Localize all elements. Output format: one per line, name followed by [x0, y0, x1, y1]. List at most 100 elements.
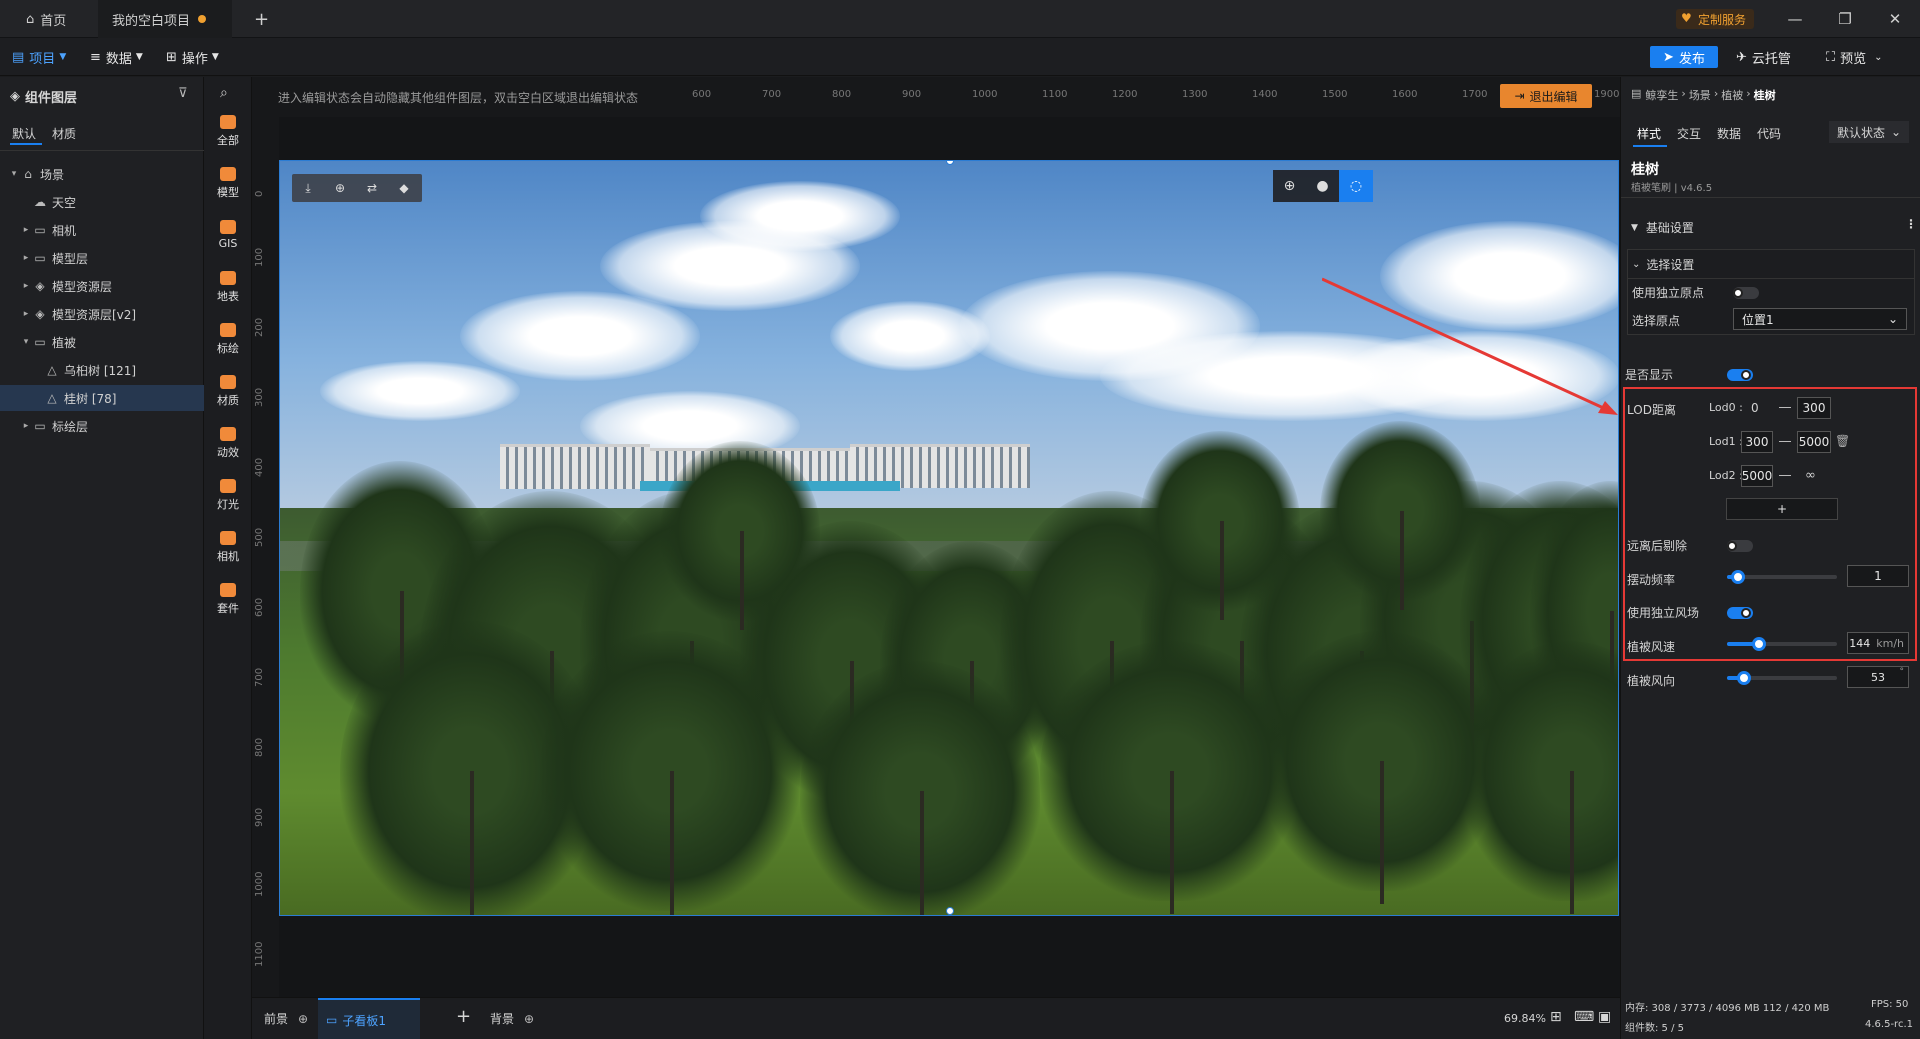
fit-screen-icon[interactable]: ⊞: [1550, 1009, 1562, 1025]
category-3[interactable]: 地表: [204, 263, 252, 311]
tree-item[interactable]: ▸ ▭ 模型层: [0, 245, 204, 271]
tree-item[interactable]: ▸ ▭ 标绘层: [0, 413, 204, 439]
category-1[interactable]: 模型: [204, 159, 252, 207]
caret-right-icon[interactable]: ▸: [20, 281, 32, 291]
back-layer-tab[interactable]: 背景 ⊕: [490, 1010, 534, 1027]
unsaved-dot-icon: [198, 15, 207, 23]
new-tab-button[interactable]: +: [240, 0, 283, 38]
tree-item[interactable]: ☁ 天空: [0, 189, 204, 215]
tab-project[interactable]: 我的空白项目: [98, 0, 232, 38]
tree-item[interactable]: ▸ ◈ 模型资源层[v2]: [0, 301, 204, 327]
caret-right-icon[interactable]: ▸: [20, 225, 32, 235]
tree-item[interactable]: ▾ ▭ 植被: [0, 329, 204, 355]
search-icon[interactable]: ⌕: [220, 85, 228, 101]
preview-button[interactable]: ⛶ 预览 ⌄: [1826, 46, 1883, 68]
category-7[interactable]: 灯光: [204, 471, 252, 519]
exit-edit-button[interactable]: ⇥ 退出编辑: [1500, 84, 1592, 108]
category-9[interactable]: 套件: [204, 575, 252, 623]
tab-default[interactable]: 默认: [12, 125, 36, 142]
cloud-button[interactable]: ✈ 云托管: [1736, 46, 1791, 68]
origin-select[interactable]: 位置1 ⌄: [1733, 308, 1907, 330]
slider-thumb[interactable]: [1731, 570, 1745, 584]
visible-toggle[interactable]: [1727, 369, 1753, 381]
category-8[interactable]: 相机: [204, 523, 252, 571]
slider-thumb[interactable]: [1736, 671, 1751, 685]
lod-from-input[interactable]: 5000: [1741, 465, 1773, 487]
close-button[interactable]: ✕: [1870, 0, 1920, 38]
category-5[interactable]: 材质: [204, 367, 252, 415]
more-icon[interactable]: ⋮: [1905, 217, 1917, 231]
wind-dir-input[interactable]: 53 °: [1847, 666, 1909, 688]
sway-freq-input[interactable]: 1: [1847, 565, 1909, 587]
caret-right-icon[interactable]: ▸: [20, 253, 32, 263]
sphere-icon[interactable]: ●: [1306, 170, 1339, 202]
wind-speed-slider[interactable]: [1727, 637, 1837, 651]
breadcrumb-item[interactable]: 鲸孪生: [1645, 87, 1678, 103]
toggle-knob: [1727, 541, 1737, 551]
brush-move-icon[interactable]: ⇄: [356, 174, 388, 202]
wind-speed-input[interactable]: 144 km/h: [1847, 632, 1909, 654]
orbit-icon[interactable]: ◌: [1339, 170, 1373, 202]
state-select[interactable]: 默认状态 ⌄: [1829, 121, 1909, 143]
category-4[interactable]: 标绘: [204, 315, 252, 363]
caret-down-icon[interactable]: ▾: [20, 337, 32, 347]
section-basic[interactable]: ▼ 基础设置: [1631, 219, 1694, 236]
restore-button[interactable]: ❐: [1820, 0, 1870, 38]
caret-right-icon[interactable]: ▸: [20, 421, 32, 431]
breadcrumb-item[interactable]: 植被: [1721, 87, 1743, 103]
menu-ops[interactable]: ⊞ 操作 ▼: [166, 46, 219, 68]
tab-material[interactable]: 材质: [52, 125, 76, 142]
publish-button[interactable]: ➤ 发布: [1650, 46, 1718, 68]
keyboard-icon[interactable]: ⌨: [1574, 1009, 1594, 1025]
tab-code[interactable]: 代码: [1757, 125, 1781, 142]
add-lod-button[interactable]: +: [1726, 498, 1838, 520]
download-icon[interactable]: ⤓: [292, 174, 324, 202]
globe-icon[interactable]: ⊕: [1273, 170, 1306, 202]
tree-item[interactable]: ▸ ◈ 模型资源层: [0, 273, 204, 299]
caret-down-icon[interactable]: ▾: [8, 169, 20, 179]
lod-from-input[interactable]: 300: [1741, 431, 1773, 453]
tree-item[interactable]: ▸ ▭ 相机: [0, 217, 204, 243]
category-0[interactable]: 全部: [204, 107, 252, 155]
breadcrumb-item[interactable]: 场景: [1689, 87, 1711, 103]
add-board-button[interactable]: +: [456, 1006, 471, 1027]
tree-item[interactable]: ▾ ⌂ 场景: [0, 161, 204, 187]
use-origin-toggle[interactable]: [1733, 287, 1759, 299]
far-remove-toggle[interactable]: [1727, 540, 1753, 552]
scene-viewport[interactable]: ⤓ ⊕ ⇄ ◆ ⊕ ● ◌: [279, 160, 1619, 916]
breadcrumb-item[interactable]: 桂树: [1754, 87, 1776, 103]
sway-freq-slider[interactable]: [1727, 570, 1837, 584]
menu-project[interactable]: ▤ 项目 ▼: [12, 46, 66, 68]
wind-dir-slider[interactable]: [1727, 671, 1837, 685]
tree-item[interactable]: △ 乌桕树 [121]: [0, 357, 204, 383]
use-wind-toggle[interactable]: [1727, 607, 1753, 619]
tab-style[interactable]: 样式: [1637, 125, 1661, 142]
category-2[interactable]: GIS: [204, 211, 252, 259]
lod-to-input[interactable]: 5000: [1797, 431, 1831, 453]
canvas-area[interactable]: 进入编辑状态会自动隐藏其他组件图层，双击空白区域退出编辑状态 600 700 800…: [252, 77, 1620, 1037]
filter-icon[interactable]: ⊽: [178, 86, 188, 101]
slider-thumb[interactable]: [1751, 637, 1766, 651]
front-layer-tab[interactable]: 前景 ⊕: [264, 1010, 308, 1027]
add-circle-icon[interactable]: ⊕: [524, 1012, 534, 1026]
sub-board-tab[interactable]: ▭ 子看板1: [318, 998, 420, 1039]
resize-handle[interactable]: [946, 907, 954, 915]
caret-right-icon[interactable]: ▸: [20, 309, 32, 319]
model-res-icon: ◈: [35, 307, 45, 321]
custom-service-button[interactable]: ♥ 定制服务: [1676, 9, 1755, 29]
tab-interaction[interactable]: 交互: [1677, 125, 1701, 142]
terminal-icon[interactable]: ▣: [1598, 1009, 1611, 1025]
category-6[interactable]: 动效: [204, 419, 252, 467]
trash-icon[interactable]: 🗑: [1835, 434, 1850, 448]
add-circle-icon[interactable]: ⊕: [298, 1012, 308, 1026]
tree-item[interactable]: △ 桂树 [78]: [0, 385, 204, 411]
tab-data[interactable]: 数据: [1717, 125, 1741, 142]
tab-home[interactable]: ⌂ 首页: [12, 0, 80, 38]
minimize-button[interactable]: —: [1770, 0, 1820, 38]
eraser-icon[interactable]: ◆: [388, 174, 420, 202]
zoom-level[interactable]: 69.84%: [1504, 1012, 1546, 1025]
subsection-select[interactable]: ⌄ 选择设置: [1632, 256, 1694, 273]
lod-to-input[interactable]: 300: [1797, 397, 1831, 419]
menu-data[interactable]: ≡ 数据 ▼: [90, 46, 143, 68]
brush-add-icon[interactable]: ⊕: [324, 174, 356, 202]
